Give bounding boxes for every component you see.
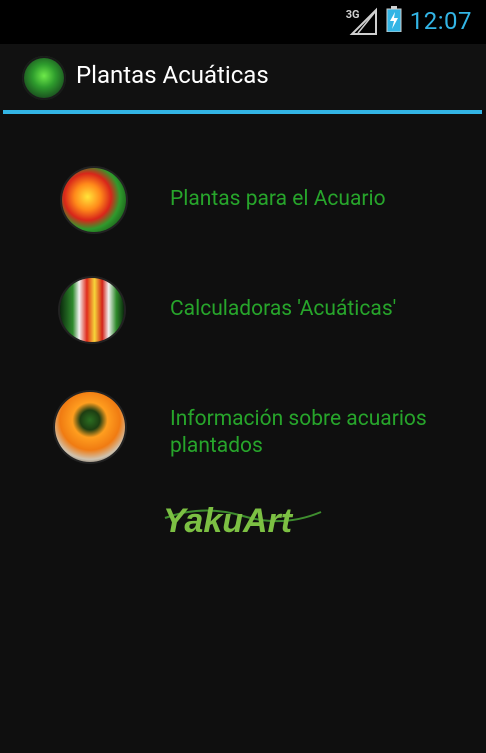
action-bar: Plantas Acuáticas [0, 44, 486, 110]
menu-label: Información sobre acuarios plantados [170, 407, 427, 458]
menu-item-calculators[interactable]: Calculadoras 'Acuáticas' [0, 276, 486, 344]
yakuart-logo: YakuArt [163, 498, 323, 540]
status-icons: 3G 12:07 [346, 6, 472, 36]
menu-label: Plantas para el Acuario [170, 187, 386, 211]
signal-icon: 3G [346, 6, 378, 36]
menu-label: Calculadoras 'Acuáticas' [170, 297, 397, 321]
aquarium-plants-icon [62, 168, 126, 232]
menu-item-plants[interactable]: Plantas para el Acuario [0, 168, 486, 232]
battery-charging-icon [386, 6, 402, 36]
menu-item-information[interactable]: Información sobre acuarios plantados [0, 392, 486, 462]
book-info-icon [55, 392, 125, 462]
clock: 12:07 [409, 7, 472, 35]
status-bar: 3G 12:07 [0, 0, 486, 44]
svg-text:YakuArt: YakuArt [163, 502, 294, 538]
action-bar-divider [3, 110, 482, 114]
app-icon[interactable] [22, 56, 66, 100]
app-title: Plantas Acuáticas [76, 61, 269, 89]
calculator-icon [60, 278, 124, 342]
